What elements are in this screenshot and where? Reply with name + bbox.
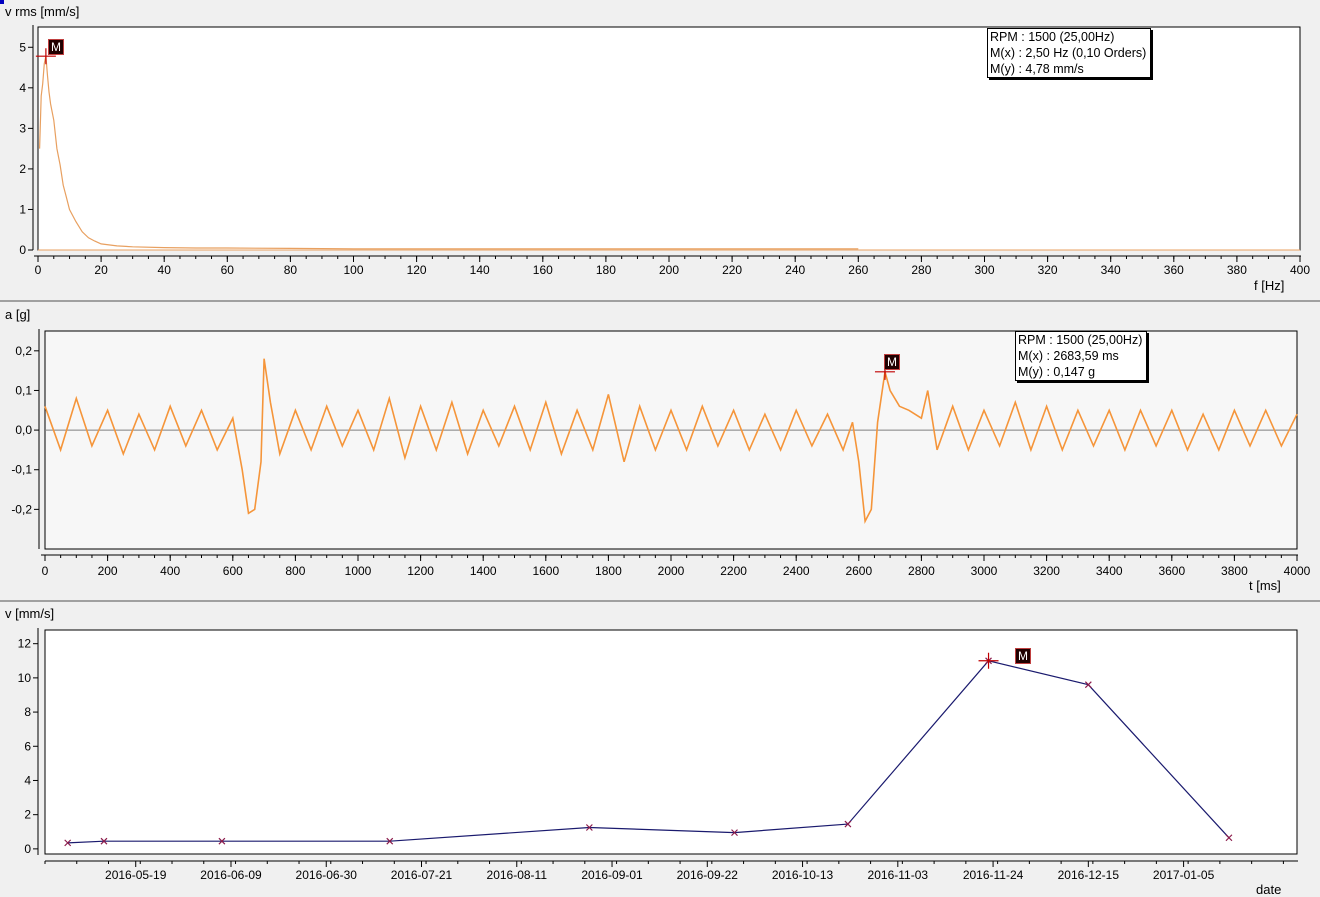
x-tick-label: 2400 (783, 564, 810, 578)
y-tick-label: 4 (24, 773, 31, 787)
x-tick-label: 3600 (1158, 564, 1185, 578)
x-tick-label: 120 (407, 263, 427, 277)
x-tick-label: 340 (1101, 263, 1121, 277)
x-tick-label: 1600 (532, 564, 559, 578)
trend-chart[interactable]: 2016-05-19 2016-06-09 2016-06-30 2016-07-21… (0, 600, 1320, 897)
y-tick-label: -0,2 (11, 502, 32, 516)
x-tick-label: 280 (911, 263, 931, 277)
x-tick-label: 60 (221, 263, 235, 277)
x-tick-label: 2016-07-21 (391, 868, 453, 882)
x-tick-label: 2016-11-03 (868, 868, 929, 882)
x-tick-label: 320 (1038, 263, 1058, 277)
x-tick-label: 300 (974, 263, 994, 277)
x-tick-label: 1800 (595, 564, 622, 578)
time-signal-panel: a [g] 0 200 400 600 800 1000 1200 1400 1600 1800 2… (0, 300, 1320, 600)
x-tick-label: 2016-09-01 (581, 868, 643, 882)
time-marker-label[interactable]: M (884, 354, 900, 370)
x-tick-label: 1200 (407, 564, 434, 578)
y-tick-label: 2 (24, 808, 31, 822)
y-tick-label: 1 (19, 202, 26, 216)
y-tick-label: -0,1 (11, 463, 32, 477)
trend-x-label: date (1256, 882, 1282, 897)
x-tick-label: 2016-12-15 (1058, 868, 1120, 882)
x-tick-label: 2200 (720, 564, 747, 578)
time-info-rpm: RPM : 1500 (25,00Hz) (1018, 333, 1143, 347)
x-tick-label: 2600 (845, 564, 872, 578)
y-tick-label: 6 (24, 739, 31, 753)
x-tick-label: 400 (1290, 263, 1310, 277)
x-tick-label: 2016-10-13 (772, 868, 834, 882)
x-tick-label: 3200 (1033, 564, 1060, 578)
x-tick-label: 160 (533, 263, 553, 277)
x-tick-label: 3400 (1096, 564, 1123, 578)
x-tick-label: 4000 (1284, 564, 1311, 578)
time-info-box: RPM : 1500 (25,00Hz) M(x) : 2683,59 ms M… (1015, 331, 1148, 381)
x-tick-label: 180 (596, 263, 616, 277)
spectrum-marker-label[interactable]: M (48, 39, 64, 55)
y-tick-label: 0 (19, 243, 26, 257)
x-tick-label: 100 (343, 263, 363, 277)
x-tick-label: 2017-01-05 (1153, 868, 1215, 882)
y-tick-label: 4 (19, 81, 26, 95)
x-tick-label: 200 (659, 263, 679, 277)
spectrum-info-rpm: RPM : 1500 (25,00Hz) (990, 30, 1115, 44)
y-tick-label: 10 (18, 671, 32, 685)
x-tick-label: 220 (722, 263, 742, 277)
spectrum-info-mx: M(x) : 2,50 Hz (0,10 Orders) (990, 46, 1147, 60)
y-tick-label: 3 (19, 121, 26, 135)
x-tick-label: 2016-09-22 (677, 868, 739, 882)
spectrum-info-box: RPM : 1500 (25,00Hz) M(x) : 2,50 Hz (0,1… (987, 28, 1152, 78)
x-tick-label: 2016-05-19 (105, 868, 167, 882)
x-tick-label: 240 (785, 263, 805, 277)
x-tick-label: 2016-11-24 (963, 868, 1024, 882)
x-tick-label: 140 (470, 263, 490, 277)
x-tick-label: 2016-08-11 (487, 868, 548, 882)
x-tick-label: 400 (160, 564, 180, 578)
spectrum-info-my: M(y) : 4,78 mm/s (990, 62, 1084, 76)
x-tick-label: 40 (158, 263, 172, 277)
y-tick-label: 0,2 (15, 344, 32, 358)
time-info-mx: M(x) : 2683,59 ms (1018, 349, 1119, 363)
trend-panel: v [mm/s] 2016-05-19 2016-06-09 2016-06-30 2… (0, 600, 1320, 897)
x-tick-label: 3000 (971, 564, 998, 578)
x-tick-label: 1400 (470, 564, 497, 578)
time-x-label: t [ms] (1249, 578, 1281, 593)
x-tick-label: 0 (35, 263, 42, 277)
trend-marker-label[interactable]: M (1015, 648, 1031, 664)
x-tick-label: 2800 (908, 564, 935, 578)
x-tick-label: 2016-06-30 (296, 868, 358, 882)
plot-area (44, 629, 1298, 855)
spectrum-x-label: f [Hz] (1254, 278, 1285, 293)
x-tick-label: 20 (94, 263, 108, 277)
y-tick-label: 2 (19, 162, 26, 176)
x-tick-label: 200 (98, 564, 118, 578)
y-tick-label: 0 (24, 842, 31, 856)
x-tick-label: 2000 (658, 564, 685, 578)
y-tick-label: 0,1 (15, 383, 32, 397)
x-tick-label: 2016-06-09 (200, 868, 262, 882)
x-tick-label: 80 (284, 263, 298, 277)
y-tick-label: 8 (24, 705, 31, 719)
x-tick-label: 600 (223, 564, 243, 578)
y-tick-label: 5 (19, 40, 26, 54)
x-tick-label: 1000 (345, 564, 372, 578)
y-tick-label: 12 (18, 637, 32, 651)
x-tick-label: 800 (285, 564, 305, 578)
spectrum-panel: v rms [mm/s] 0 20 40 60 80 100 120 140 160 180 200… (0, 0, 1320, 300)
x-tick-label: 380 (1227, 263, 1247, 277)
y-tick-label: 0,0 (15, 423, 32, 437)
x-tick-label: 260 (848, 263, 868, 277)
time-info-my: M(y) : 0,147 g (1018, 365, 1096, 379)
x-tick-label: 360 (1164, 263, 1184, 277)
x-tick-label: 3800 (1221, 564, 1248, 578)
x-tick-label: 0 (42, 564, 49, 578)
